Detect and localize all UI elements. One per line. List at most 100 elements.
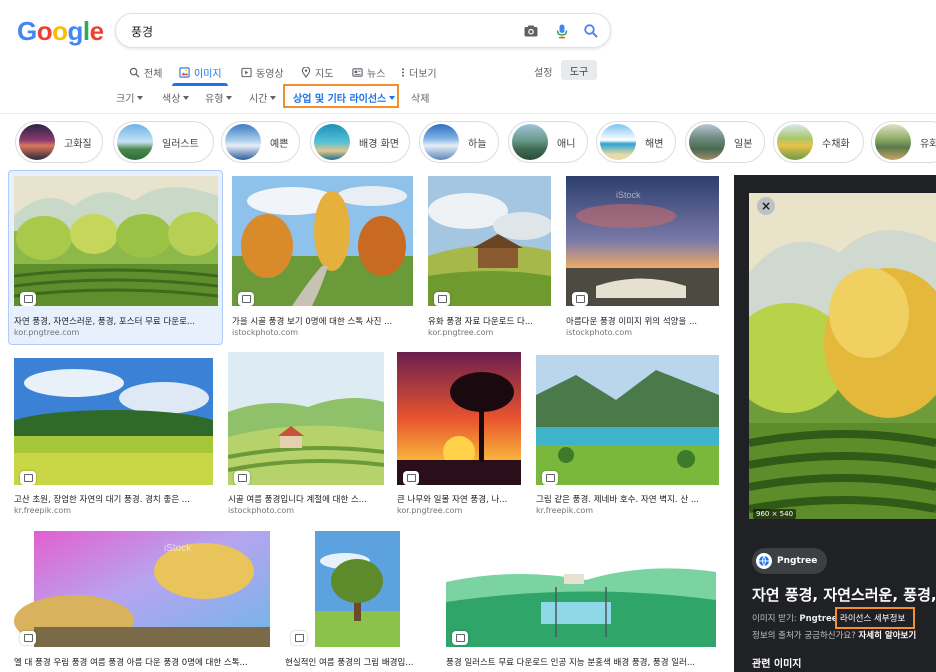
chip-label: 배경 화면	[359, 138, 399, 150]
search-icon[interactable]	[583, 23, 599, 39]
image-preview-panel: × 960 × 540 Pngtree 자연 풍경, 자연스러운, 풍경, 포 …	[734, 175, 936, 672]
tab-videos[interactable]: 동영상	[241, 64, 284, 80]
news-icon	[352, 67, 363, 77]
result-source[interactable]: kor.pngtree.com	[14, 328, 79, 337]
get-image-source[interactable]: Pngtree	[799, 614, 837, 624]
image-result[interactable]: 가을 시골 풍경 보기 0명에 대한 스톡 사진 ... istockphoto…	[232, 176, 413, 340]
source-chip[interactable]: Pngtree	[752, 548, 828, 574]
image-result[interactable]: 풍경 일러스트 무료 다운로드 인공 지능 분홍색 배경 풍경, 풍경 일러..…	[446, 542, 716, 672]
chip-anime[interactable]: 애니	[508, 121, 588, 163]
tab-maps[interactable]: 지도	[301, 64, 333, 80]
chip-thumbnail	[875, 124, 911, 160]
result-thumbnail	[14, 358, 213, 485]
preview-title[interactable]: 자연 풍경, 자연스러운, 풍경, 포	[752, 584, 936, 605]
chip-pretty[interactable]: 예쁜	[221, 121, 300, 163]
result-title[interactable]: 풍경 일러스트 무료 다운로드 인공 지능 분홍색 배경 풍경, 풍경 일러..…	[446, 656, 716, 668]
image-result[interactable]: iStock 옐 대 풍경 우림 풍경 여름 풍경 아름 다운 풍경 0명에 대…	[14, 531, 270, 672]
result-source[interactable]: istockphoto.com	[566, 328, 632, 337]
image-result[interactable]: 자연 풍경, 자연스러운, 풍경, 포스터 무료 다운로... kor.pngt…	[14, 176, 218, 340]
source-name: Pngtree	[777, 556, 818, 566]
chip-label: 일러스트	[162, 138, 199, 150]
filter-label: 시간	[249, 94, 268, 105]
result-title[interactable]: 현실적인 여름 풍경의 그림 배경입...	[285, 656, 430, 668]
result-source[interactable]: istockphoto.com	[232, 328, 298, 337]
filter-clear[interactable]: 삭제	[411, 90, 429, 105]
result-thumbnail	[228, 352, 384, 485]
tab-all[interactable]: 전체	[129, 64, 162, 80]
close-icon[interactable]: ×	[757, 197, 775, 215]
google-logo[interactable]: Google	[17, 16, 104, 47]
image-result[interactable]: 고산 초원, 장엄한 자연의 대기 풍경. 경치 좋은 ... kr.freep…	[14, 358, 213, 518]
watermark: iStock	[164, 543, 192, 554]
result-thumbnail	[428, 176, 551, 306]
camera-icon[interactable]	[523, 23, 539, 39]
result-source[interactable]: istockphoto.com	[228, 506, 294, 515]
filter-size[interactable]: 크기	[116, 90, 144, 105]
result-title[interactable]: 유화 풍경 자료 다운로드 다...	[428, 315, 551, 327]
chip-thumbnail	[225, 124, 261, 160]
settings-link[interactable]: 설정	[534, 64, 552, 79]
chip-thumbnail	[777, 124, 813, 160]
tools-button[interactable]: 도구	[561, 60, 597, 80]
image-result[interactable]: 유화 풍경 자료 다운로드 다... kor.pngtree.com	[428, 176, 551, 340]
video-icon	[241, 67, 252, 77]
chip-hd[interactable]: 고화질	[15, 121, 103, 163]
filter-type[interactable]: 유형	[205, 90, 233, 105]
get-image-line: 이미지 받기: Pngtree	[752, 612, 838, 624]
filter-label: 유형	[205, 94, 224, 105]
tab-news[interactable]: 뉴스	[352, 64, 385, 80]
chevron-down-icon	[183, 95, 190, 100]
chip-label: 해변	[645, 138, 664, 150]
image-badge-icon	[238, 292, 254, 306]
chip-label: 애니	[557, 138, 576, 150]
chip-beach[interactable]: 해변	[596, 121, 676, 163]
chip-japan[interactable]: 일본	[685, 121, 765, 163]
result-source[interactable]: kr.freepik.com	[536, 506, 593, 515]
result-source[interactable]: kor.pngtree.com	[428, 328, 493, 337]
result-title[interactable]: 그림 같은 풍경. 제네바 호수. 자연 벽지. 산 ...	[536, 493, 719, 505]
filter-license[interactable]: 상업 및 기타 라이선스	[293, 90, 396, 105]
microphone-icon[interactable]	[554, 23, 570, 39]
tab-label: 뉴스	[367, 68, 386, 80]
filter-label: 크기	[116, 94, 135, 105]
tab-label: 동영상	[256, 68, 284, 80]
filter-time[interactable]: 시간	[249, 90, 277, 105]
chip-thumbnail	[19, 124, 55, 160]
filter-color[interactable]: 색상	[162, 90, 190, 105]
image-result[interactable]: 그림 같은 풍경. 제네바 호수. 자연 벽지. 산 ... kr.freepi…	[536, 355, 719, 518]
chip-thumbnail	[314, 124, 350, 160]
source-question-line: 정보의 출처가 궁금하신가요? 자세히 알아보기	[752, 629, 916, 641]
image-badge-icon	[20, 471, 36, 485]
image-result[interactable]: 현실적인 여름 풍경의 그림 배경입...	[285, 531, 430, 672]
chip-label: 하늘	[468, 138, 487, 150]
tab-more[interactable]: 더보기	[401, 64, 437, 80]
result-source[interactable]: kr.freepik.com	[14, 506, 71, 515]
chip-illustration[interactable]: 일러스트	[113, 121, 214, 163]
chip-watercolor[interactable]: 수채화	[773, 121, 864, 163]
tab-images[interactable]: 이미지	[179, 64, 222, 80]
result-title[interactable]: 큰 나무와 일몰 자연 풍경, 나...	[397, 493, 521, 505]
preview-image[interactable]	[749, 193, 936, 519]
active-tab-indicator	[172, 83, 228, 86]
chip-wallpaper[interactable]: 배경 화면	[310, 121, 410, 163]
chip-sky[interactable]: 하늘	[419, 121, 499, 163]
image-result[interactable]: iStock 아름다운 풍경 이미지 위의 석양을 ... istockphot…	[566, 176, 719, 340]
image-result[interactable]: 시골 여름 풍경입니다 계절에 대한 스... istockphoto.com	[228, 352, 384, 518]
search-input[interactable]: 풍경	[131, 23, 153, 40]
result-title[interactable]: 가을 시골 풍경 보기 0명에 대한 스톡 사진 ...	[232, 315, 413, 327]
image-badge-icon	[452, 631, 468, 645]
license-details-link[interactable]: 라이선스 세부정보	[840, 612, 905, 624]
result-title[interactable]: 자연 풍경, 자연스러운, 풍경, 포스터 무료 다운로...	[14, 315, 218, 327]
learn-more-link[interactable]: 자세히 알아보기	[858, 631, 916, 641]
result-thumbnail: iStock	[14, 531, 270, 647]
result-source[interactable]: kor.pngtree.com	[397, 506, 462, 515]
result-title[interactable]: 옐 대 풍경 우림 풍경 여름 풍경 아름 다운 풍경 0명에 대한 스톡...	[14, 656, 270, 668]
chip-oil-painting[interactable]: 유화	[871, 121, 936, 163]
image-result[interactable]: 큰 나무와 일몰 자연 풍경, 나... kor.pngtree.com	[397, 352, 521, 518]
image-badge-icon	[542, 471, 558, 485]
search-box[interactable]: 풍경	[115, 13, 611, 48]
result-title[interactable]: 고산 초원, 장엄한 자연의 대기 풍경. 경치 좋은 ...	[14, 493, 213, 505]
tab-label: 더보기	[409, 68, 437, 80]
result-title[interactable]: 시골 여름 풍경입니다 계절에 대한 스...	[228, 493, 384, 505]
result-title[interactable]: 아름다운 풍경 이미지 위의 석양을 ...	[566, 315, 719, 327]
